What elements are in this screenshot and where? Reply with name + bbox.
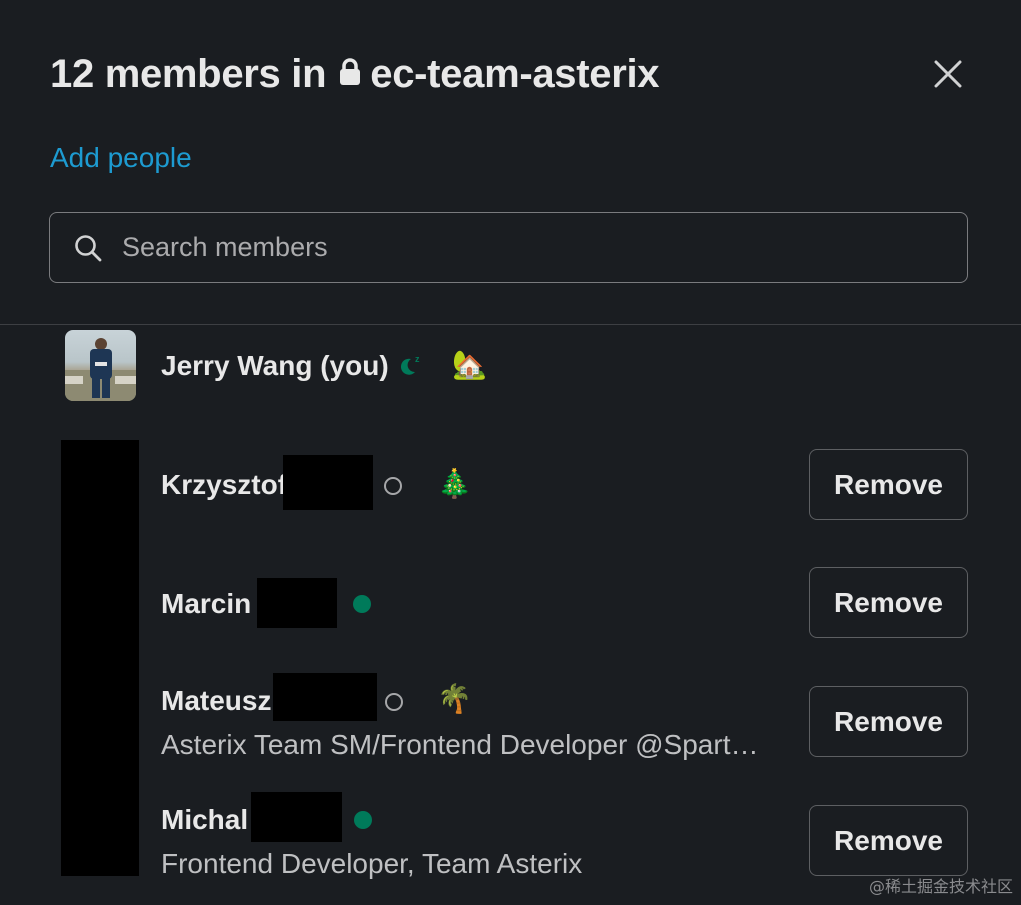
redacted-surname (251, 792, 342, 842)
member-title: Asterix Team SM/Frontend Developer @Spar… (161, 729, 759, 760)
watermark: @稀土掘金技术社区 (868, 877, 1013, 896)
channel-name: ec-team-asterix (370, 52, 660, 96)
remove-button[interactable]: Remove (809, 567, 968, 638)
add-people-link[interactable]: Add people (50, 142, 192, 174)
member-name[interactable]: Mateusz (161, 685, 271, 717)
away-status-icon (385, 693, 403, 711)
search-input[interactable] (122, 232, 922, 263)
search-icon (74, 234, 102, 262)
redacted-surname (283, 455, 373, 510)
member-name[interactable]: Jerry Wang (you) (161, 350, 389, 382)
redacted-surname (257, 578, 337, 628)
close-icon (934, 60, 962, 88)
member-name[interactable]: Marcin (161, 588, 251, 620)
redacted-avatars (61, 440, 139, 876)
away-status-icon (384, 477, 402, 495)
redacted-surname (273, 673, 377, 721)
header-divider (0, 324, 1021, 325)
remove-button[interactable]: Remove (809, 686, 968, 757)
online-status-icon (354, 811, 372, 829)
member-name[interactable]: Krzysztof (161, 469, 287, 501)
member-title: Frontend Developer, Team Asterix (161, 848, 583, 879)
lock-icon (338, 52, 362, 97)
house-emoji-icon: 🏡 (452, 349, 487, 380)
title-prefix: 12 members in (50, 52, 327, 96)
close-button[interactable] (926, 52, 970, 96)
christmas-tree-emoji-icon: 🎄 (437, 468, 472, 499)
svg-text:z: z (415, 354, 420, 364)
dnd-status-icon: z (400, 352, 426, 383)
member-name[interactable]: Michal (161, 804, 248, 836)
avatar[interactable] (65, 330, 136, 401)
dialog-header: 12 members in ec-team-asterix Add people (0, 0, 1021, 325)
palm-tree-emoji-icon: 🌴 (437, 683, 472, 714)
remove-button[interactable]: Remove (809, 805, 968, 876)
search-members-field[interactable] (49, 212, 968, 283)
dialog-title: 12 members in ec-team-asterix (50, 52, 660, 97)
online-status-icon (353, 595, 371, 613)
remove-button[interactable]: Remove (809, 449, 968, 520)
